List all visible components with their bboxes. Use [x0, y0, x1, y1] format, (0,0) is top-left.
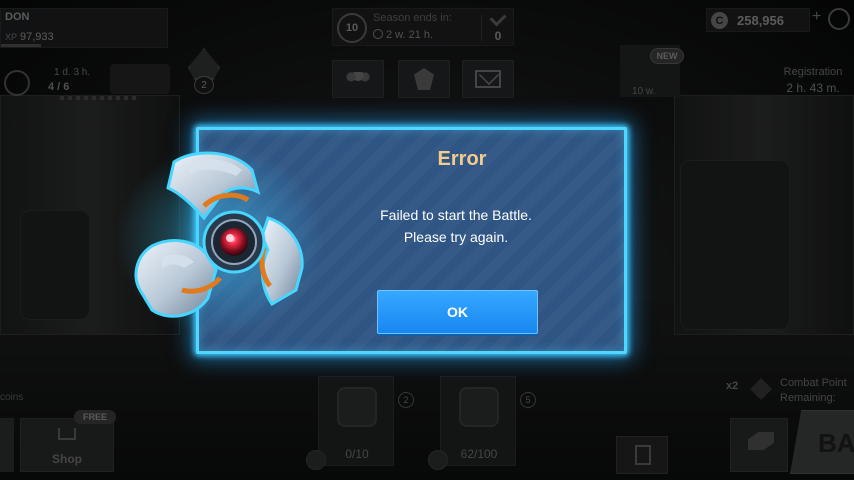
spinner-emblem-icon	[112, 140, 328, 340]
ok-button[interactable]: OK	[377, 290, 538, 334]
